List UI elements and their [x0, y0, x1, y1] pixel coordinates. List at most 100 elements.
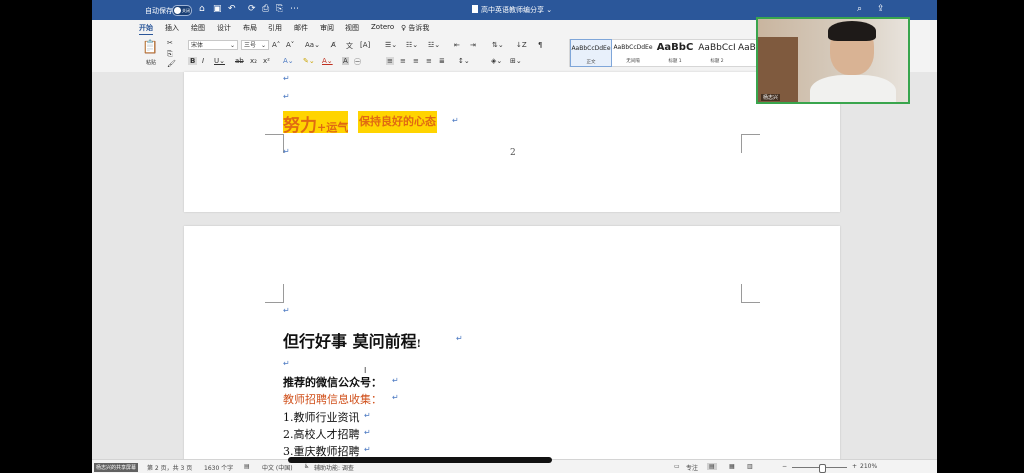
- line-spacing-icon[interactable]: ↕⌄: [458, 57, 470, 65]
- superscript-button[interactable]: x²: [263, 57, 270, 65]
- format-painter-icon[interactable]: 🖌: [167, 60, 176, 68]
- home-icon[interactable]: ⌂: [199, 4, 205, 15]
- numbering-icon[interactable]: ☷⌄: [406, 41, 418, 49]
- strikethrough-button[interactable]: ab: [235, 57, 244, 65]
- increase-indent-icon[interactable]: ⇥: [470, 41, 476, 49]
- paragraph-mark: ↵: [392, 393, 399, 402]
- accessibility[interactable]: 辅助功能: 调查: [314, 463, 354, 472]
- read-mode-icon[interactable]: ▥: [747, 463, 753, 470]
- multilevel-icon[interactable]: ☳⌄: [428, 41, 440, 49]
- tab-home[interactable]: 开始: [139, 23, 153, 35]
- style-name: 无间隔: [626, 59, 640, 64]
- subscript-button[interactable]: x₂: [250, 57, 257, 65]
- tab-insert[interactable]: 插入: [165, 23, 179, 33]
- style-normal[interactable]: AaBbCcDdEe 正文: [570, 39, 612, 67]
- clear-format-icon[interactable]: A̸: [331, 41, 336, 49]
- more-icon[interactable]: ⋯: [290, 4, 299, 15]
- share-icon[interactable]: ⇪: [877, 4, 885, 14]
- style-no-spacing[interactable]: AaBbCcDdEe 无间隔: [612, 39, 654, 67]
- shading-icon[interactable]: ◈⌄: [491, 57, 502, 65]
- bullets-icon[interactable]: ☰⌄: [385, 41, 397, 49]
- char-shading-icon[interactable]: A: [342, 57, 349, 65]
- document-title: 高中英语教师编分享 ⌄: [472, 5, 552, 15]
- sort-cjk-icon[interactable]: ⇅⌄: [492, 41, 504, 49]
- align-center-icon[interactable]: ≡: [400, 57, 406, 65]
- save-icon[interactable]: ▣: [213, 4, 222, 15]
- tell-me-text: 告诉我: [408, 24, 430, 32]
- text-effects-icon[interactable]: A⌄: [283, 57, 294, 65]
- autosave-toggle[interactable]: 关闭: [172, 5, 192, 16]
- page-2[interactable]: ↵ 但行好事 莫问前程! ↵ ↵ I 推荐的微信公众号： ↵ 教师招聘信息收集：…: [184, 226, 840, 466]
- document-icon: [472, 5, 478, 13]
- enclose-char-icon[interactable]: ㊀: [354, 57, 361, 67]
- align-left-icon[interactable]: ≡: [386, 57, 394, 65]
- italic-button[interactable]: I: [202, 57, 204, 65]
- style-heading-2[interactable]: AaBbCcI 标题 2: [696, 39, 738, 67]
- font-size-select[interactable]: 三号 ⌄: [241, 40, 269, 50]
- show-marks-icon[interactable]: ¶: [538, 41, 542, 49]
- print-layout-icon[interactable]: ▤: [707, 463, 717, 470]
- tab-draw[interactable]: 绘图: [191, 23, 205, 33]
- margin-corner: [741, 284, 760, 303]
- grow-font-icon[interactable]: A˄: [272, 41, 280, 49]
- page-1[interactable]: ↵ ↵ 努力+运气 保持良好的心态 ↵ ↵ 2: [184, 72, 840, 212]
- font-name-value: 宋体: [191, 42, 204, 49]
- shrink-font-icon[interactable]: A˅: [286, 41, 294, 49]
- copy-format-icon[interactable]: ⎘: [167, 50, 173, 59]
- paragraph-mark: ↵: [283, 92, 290, 101]
- highlight-icon[interactable]: ✎⌄: [303, 57, 315, 65]
- margin-corner: [265, 284, 284, 303]
- distributed-icon[interactable]: ≣: [439, 57, 445, 65]
- bold-button[interactable]: B: [188, 57, 198, 65]
- language[interactable]: 中文 (中国): [262, 463, 293, 472]
- tab-view[interactable]: 视图: [345, 23, 359, 33]
- tab-design[interactable]: 设计: [217, 23, 231, 33]
- cut-icon[interactable]: ✂: [167, 39, 173, 47]
- align-right-icon[interactable]: ≡: [413, 57, 419, 65]
- style-sample: AaBbCcDdEe: [613, 44, 653, 51]
- focus-icon[interactable]: ▭: [674, 463, 680, 470]
- paragraph-mark: ↵: [283, 359, 290, 368]
- proofing-icon[interactable]: ▤: [244, 463, 250, 470]
- web-layout-icon[interactable]: ▦: [729, 463, 735, 470]
- document-canvas[interactable]: ↵ ↵ 努力+运气 保持良好的心态 ↵ ↵ 2 ↵ 但行好事 莫问前程! ↵ ↵…: [92, 72, 937, 466]
- focus-label[interactable]: 专注: [686, 463, 698, 472]
- tell-me[interactable]: ♀ 告诉我: [401, 23, 429, 33]
- font-name-select[interactable]: 宋体 ⌄: [188, 40, 238, 50]
- page-info[interactable]: 第 2 页，共 3 页: [147, 463, 192, 472]
- search-icon[interactable]: ⌕: [857, 4, 862, 14]
- paste-icon[interactable]: 📋: [142, 40, 158, 55]
- font-color-icon[interactable]: A⌄: [322, 57, 333, 65]
- char-border-icon[interactable]: [A]: [360, 41, 370, 49]
- decrease-indent-icon[interactable]: ⇤: [454, 41, 460, 49]
- paragraph-mark: ↵: [364, 428, 371, 437]
- zoom-in-icon[interactable]: +: [852, 463, 857, 470]
- accessibility-icon[interactable]: ♿: [304, 463, 309, 470]
- underline-button[interactable]: U⌄: [214, 57, 225, 65]
- lightbulb-icon: ♀: [401, 24, 407, 32]
- webcam-video[interactable]: 杨志兴: [756, 17, 910, 104]
- redo-icon[interactable]: ⟳: [248, 4, 256, 15]
- zoom-out-icon[interactable]: −: [782, 463, 787, 470]
- borders-icon[interactable]: ⊞⌄: [510, 57, 522, 65]
- style-heading-1[interactable]: AaBbC 标题 1: [654, 39, 696, 67]
- phonetic-icon[interactable]: 文: [346, 41, 353, 51]
- zoom-slider-handle[interactable]: [819, 464, 826, 473]
- tab-zotero[interactable]: Zotero: [371, 23, 394, 31]
- motto-big-text: 努力: [283, 116, 317, 136]
- tab-mailings[interactable]: 邮件: [294, 23, 308, 33]
- tab-review[interactable]: 审阅: [320, 23, 334, 33]
- change-case-icon[interactable]: Aa⌄: [305, 41, 320, 49]
- print-icon[interactable]: ⎙: [262, 4, 269, 15]
- sort-icon[interactable]: ↓Z: [516, 41, 527, 49]
- undo-icon[interactable]: ↶: [228, 4, 236, 15]
- style-more[interactable]: AaBl: [738, 39, 758, 67]
- style-sample: AaBbCcI: [698, 43, 736, 53]
- tab-layout[interactable]: 布局: [243, 23, 257, 33]
- zoom-level[interactable]: 210%: [860, 463, 877, 470]
- word-count[interactable]: 1630 个字: [204, 463, 233, 472]
- heading-text: 但行好事 莫问前程: [283, 332, 417, 351]
- justify-icon[interactable]: ≡: [426, 57, 432, 65]
- copy-icon[interactable]: ⎘: [276, 4, 283, 15]
- tab-references[interactable]: 引用: [268, 23, 282, 33]
